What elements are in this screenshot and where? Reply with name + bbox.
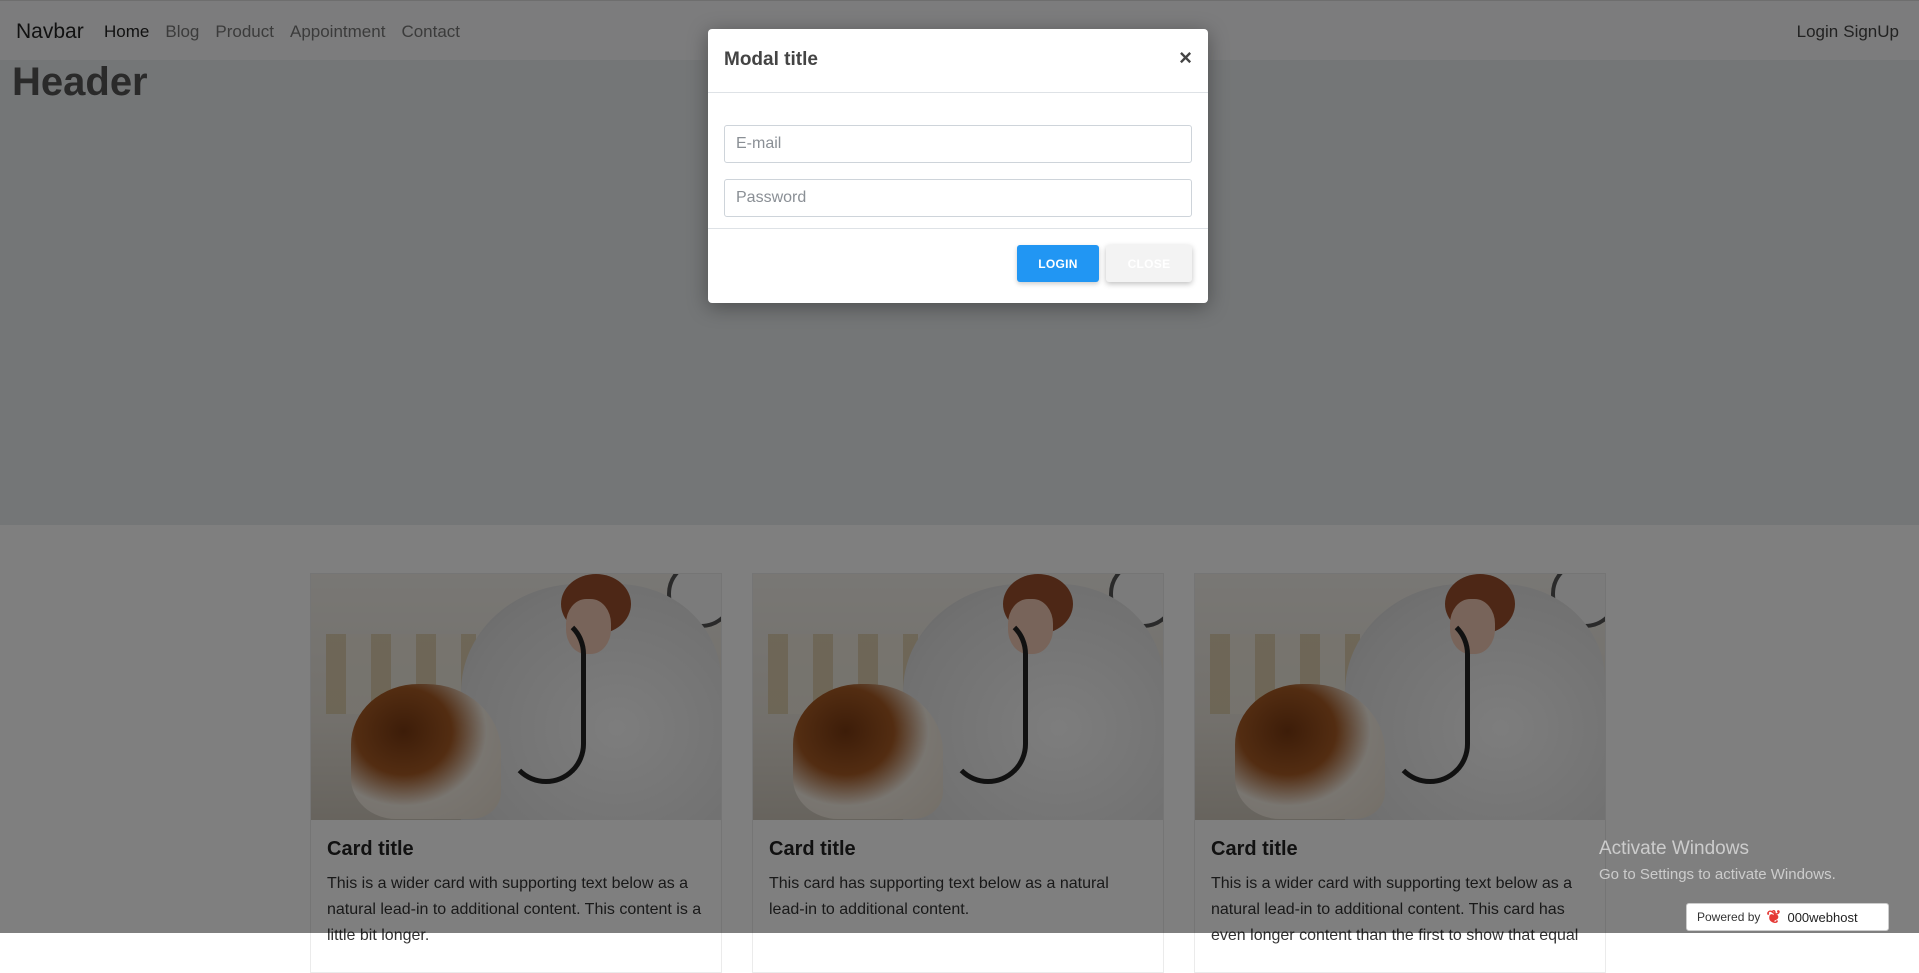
- password-field[interactable]: [724, 179, 1192, 217]
- login-button[interactable]: LOGIN: [1017, 245, 1099, 282]
- powered-by-label: Powered by: [1697, 910, 1761, 924]
- close-button[interactable]: CLOSE: [1106, 245, 1192, 282]
- webhost-logo-icon: ❦: [1766, 907, 1782, 927]
- watermark-title: Activate Windows: [1599, 838, 1749, 859]
- modal-footer: LOGIN CLOSE: [708, 229, 1208, 299]
- modal-body: [708, 93, 1208, 229]
- webhost-brand-name: 000webhost: [1787, 909, 1858, 925]
- watermark-subtitle: Go to Settings to activate Windows.: [1599, 866, 1836, 883]
- powered-by-badge[interactable]: Powered by ❦ 000webhost: [1686, 903, 1889, 931]
- login-modal: Modal title × LOGIN CLOSE: [708, 29, 1208, 303]
- modal-title: Modal title: [724, 49, 818, 70]
- activate-windows-watermark: Activate Windows Go to Settings to activ…: [1599, 838, 1836, 883]
- close-icon[interactable]: ×: [1179, 47, 1192, 69]
- modal-header: Modal title ×: [708, 29, 1208, 93]
- email-field[interactable]: [724, 125, 1192, 163]
